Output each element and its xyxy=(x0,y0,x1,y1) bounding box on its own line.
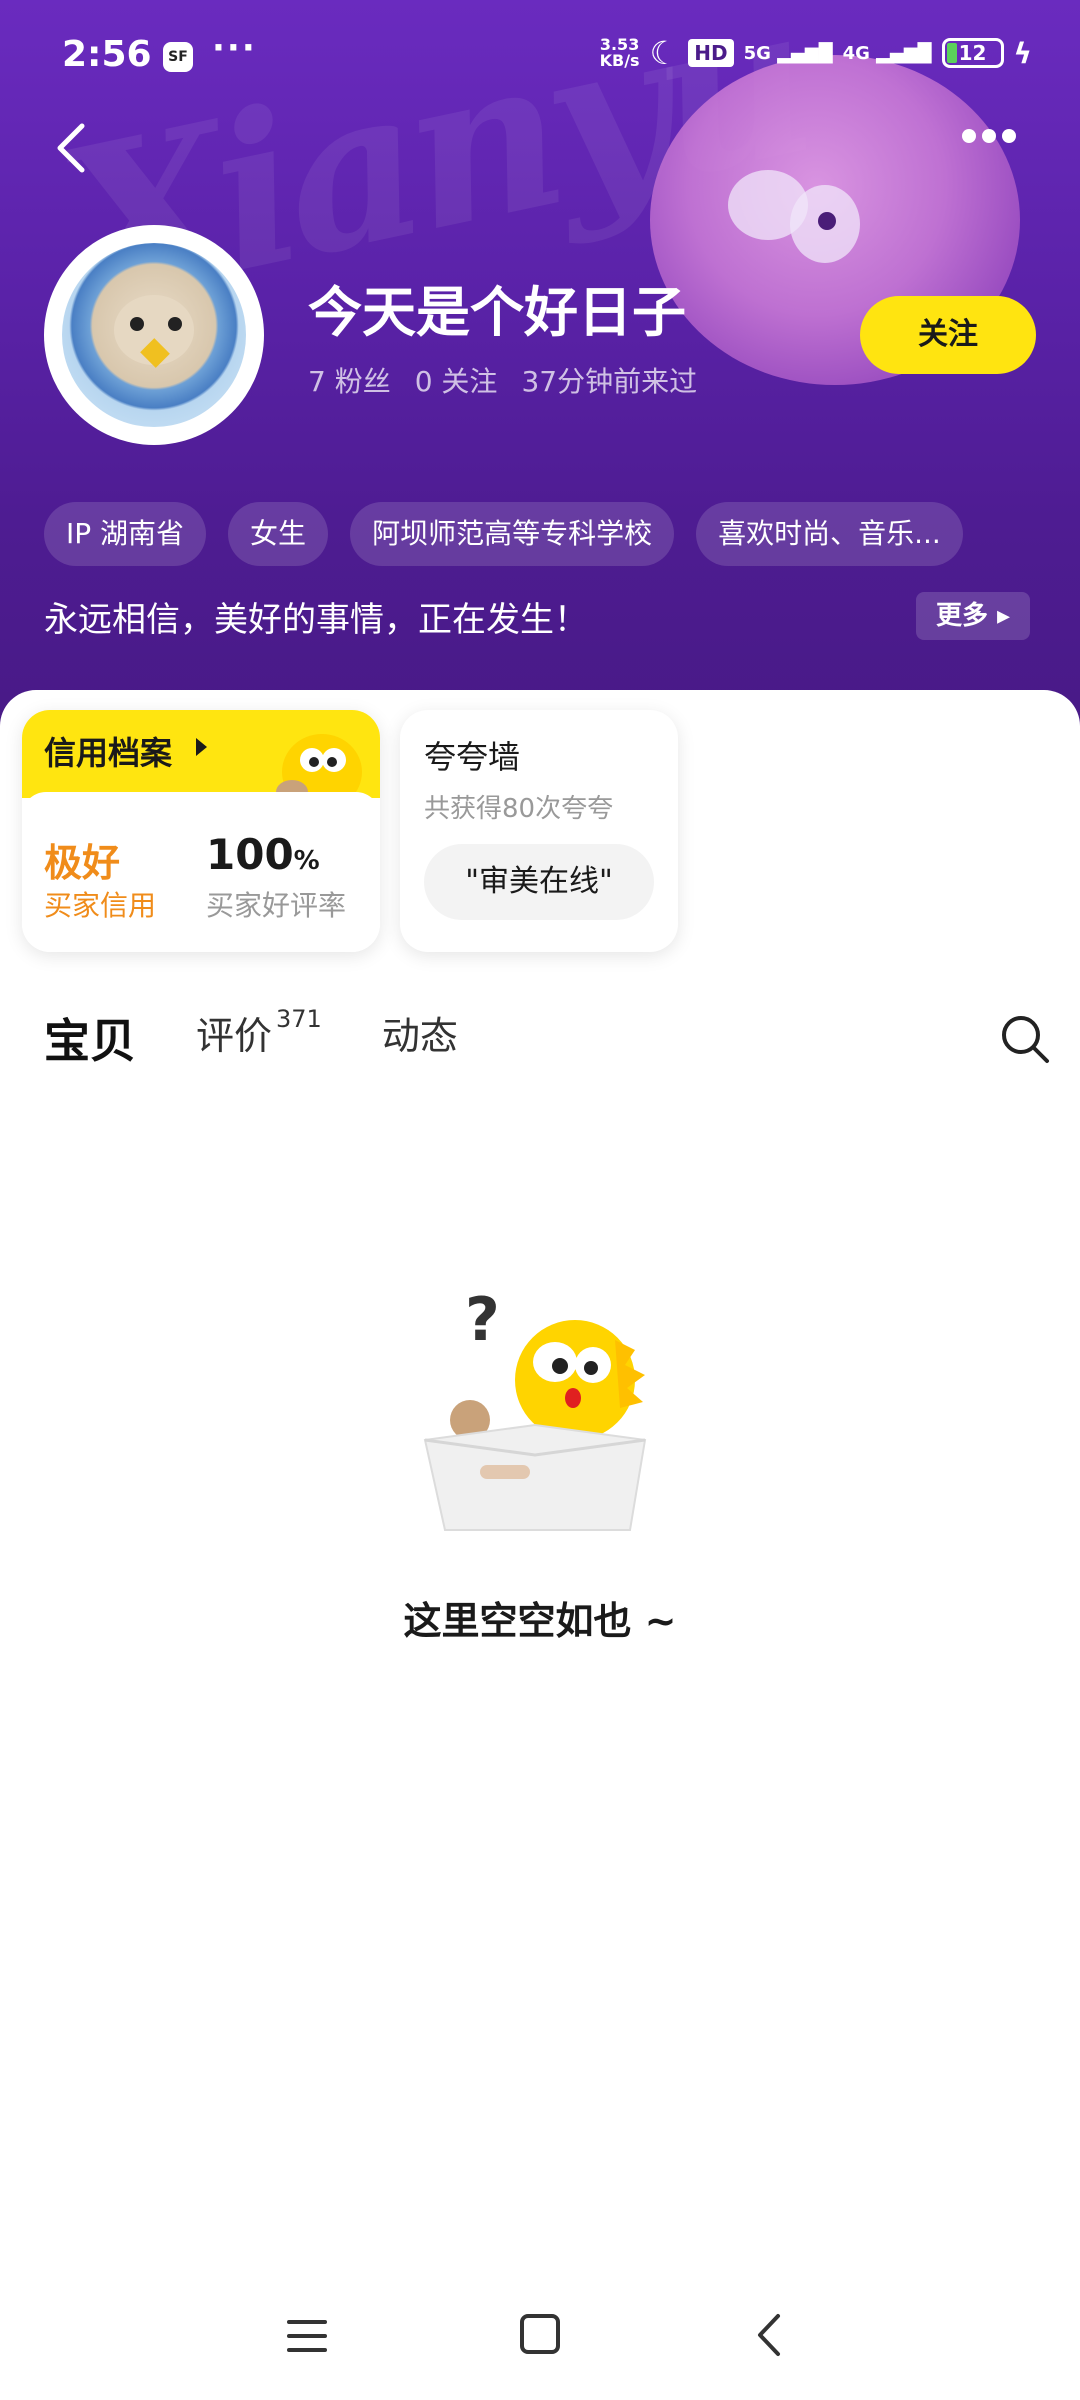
tab-activity[interactable]: 动态 xyxy=(382,1005,458,1060)
empty-state-text: 这里空空如也 ~ xyxy=(403,1599,677,1643)
search-button[interactable] xyxy=(998,1012,1052,1066)
bio-more-label: 更多 xyxy=(935,601,988,631)
profile-stats: 7 粉丝 0 关注 37分钟前来过 xyxy=(308,360,697,400)
tab-reviews-label: 评价 xyxy=(196,1014,273,1058)
tab-activity-label: 动态 xyxy=(381,1014,458,1058)
credit-title: 信用档案 xyxy=(44,734,173,772)
dot-icon xyxy=(962,129,976,143)
tab-items[interactable]: 宝贝 xyxy=(42,1005,138,1071)
positive-rate: 100% xyxy=(206,830,320,879)
tag-gender[interactable]: 女生 xyxy=(228,502,329,566)
hd-icon: HD xyxy=(688,39,734,67)
status-indicators: 3.53 KB/s ☾ HD 5G ▂▄▆█ 4G ▂▄▆█ 12 ϟ xyxy=(600,34,1032,72)
avatar-eye xyxy=(130,317,144,331)
praise-chip[interactable]: "审美在线" xyxy=(424,844,654,920)
bio-more-button[interactable]: 更多 ▸ xyxy=(916,592,1030,640)
status-more-icon: ··· xyxy=(212,28,257,68)
dot-icon xyxy=(1002,129,1016,143)
search-icon xyxy=(1002,1016,1049,1063)
home-icon[interactable] xyxy=(520,2314,560,2354)
more-options-button[interactable] xyxy=(962,128,1028,168)
back-arrow-icon xyxy=(57,123,85,173)
tag-interests[interactable]: 喜欢时尚、音乐... xyxy=(696,502,963,566)
dot-icon xyxy=(982,129,996,143)
credit-level: 极好 xyxy=(44,841,121,885)
mascot-pupil xyxy=(818,212,836,230)
charging-icon: ϟ xyxy=(1013,36,1032,70)
praise-title: 夸夸墙 xyxy=(424,738,521,776)
praise-wall-card[interactable]: 夸夸墙 共获得80次夸夸 "审美在线" xyxy=(400,710,678,952)
praise-count: 共获得80次夸夸 xyxy=(424,794,614,824)
moon-icon: ☾ xyxy=(649,34,679,72)
rate-unit: % xyxy=(293,846,320,876)
profile-tags: IP 湖南省 女生 阿坝师范高等专科学校 喜欢时尚、音乐... xyxy=(44,502,963,566)
battery-icon: 12 xyxy=(941,38,1004,68)
tag-school[interactable]: 阿坝师范高等专科学校 xyxy=(350,502,675,566)
last-seen: 37分钟前来过 xyxy=(521,365,698,398)
credit-level-label: 买家信用 xyxy=(44,889,157,922)
rate-value: 100 xyxy=(206,830,294,879)
system-navigation-bar xyxy=(0,2300,1080,2380)
profile-bio: 永远相信，美好的事情，正在发生！ xyxy=(44,600,588,640)
status-bar: 2:56 SF ··· 3.53 KB/s ☾ HD 5G ▂▄▆█ 4G ▂▄… xyxy=(0,28,1080,88)
menu-icon[interactable] xyxy=(285,2314,329,2358)
signal-5g-icon: 5G ▂▄▆█ xyxy=(743,42,833,64)
tag-location[interactable]: IP 湖南省 xyxy=(44,502,207,566)
status-time: 2:56 xyxy=(62,34,152,75)
reviews-count-badge: 371 xyxy=(276,1005,322,1033)
signal-4g-icon: 4G ▂▄▆█ xyxy=(842,42,932,64)
empty-box-illustration: ? xyxy=(423,1285,647,1531)
tab-bar: 宝贝 评价 371 动态 xyxy=(42,1005,518,1075)
avatar[interactable] xyxy=(44,225,264,445)
follow-button[interactable]: 关注 xyxy=(860,296,1036,374)
avatar-eye xyxy=(168,317,182,331)
profile-username: 今天是个好日子 xyxy=(308,281,686,344)
fans-count[interactable]: 7 粉丝 xyxy=(308,360,391,400)
chevron-right-icon xyxy=(196,738,207,756)
credit-card[interactable]: 信用档案 极好 买家信用 100% 买家好评率 xyxy=(22,710,380,952)
positive-rate-label: 买家好评率 xyxy=(206,889,347,922)
tab-reviews[interactable]: 评价 371 xyxy=(196,1005,322,1060)
nav-back-icon[interactable] xyxy=(750,2310,790,2360)
tab-items-label: 宝贝 xyxy=(44,1014,136,1068)
network-speed: 3.53 KB/s xyxy=(599,35,640,70)
following-count[interactable]: 0 关注 xyxy=(415,360,498,400)
sf-app-icon: SF xyxy=(163,42,193,72)
back-button[interactable] xyxy=(48,118,98,178)
svg-text:?: ? xyxy=(465,1285,500,1355)
